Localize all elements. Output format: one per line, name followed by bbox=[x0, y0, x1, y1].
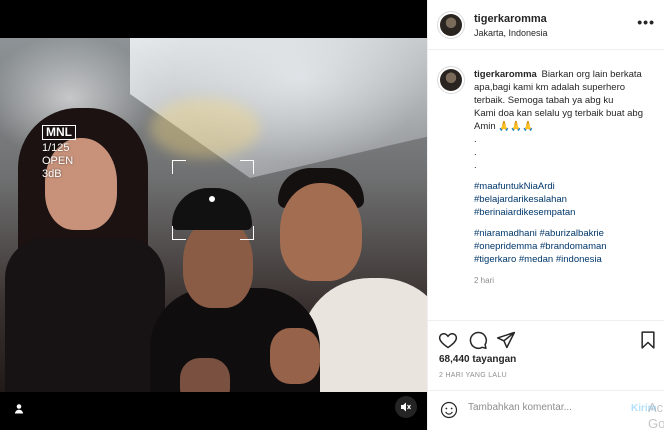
caption-username[interactable]: tigerkaromma bbox=[474, 69, 537, 80]
caption-avatar[interactable] bbox=[437, 66, 465, 94]
more-options-icon[interactable]: ••• bbox=[637, 14, 655, 30]
add-comment-bar: Kirim bbox=[428, 390, 664, 430]
camera-aperture: OPEN bbox=[42, 155, 74, 167]
post-caption: tigerkaromma Biarkan org lain berkata ap… bbox=[474, 68, 654, 287]
comments-section: tigerkaromma Biarkan org lain berkata ap… bbox=[428, 51, 664, 319]
hashtag-link[interactable]: #onepridemma #brandomaman bbox=[474, 240, 654, 253]
background-light bbox=[150, 98, 260, 158]
camera-shutter: 1/125 bbox=[42, 142, 70, 154]
activate-windows-watermark: Ac Go bbox=[648, 400, 664, 430]
fist-left bbox=[180, 358, 230, 392]
focus-point bbox=[209, 196, 215, 202]
bookmark-icon[interactable] bbox=[638, 330, 658, 350]
caption-dot: . bbox=[474, 160, 477, 171]
mute-button[interactable] bbox=[395, 396, 417, 418]
caption-dot: . bbox=[474, 147, 477, 158]
comment-icon[interactable] bbox=[468, 330, 488, 350]
caption-line: Kami doa kan selalu yg terbaik buat abg bbox=[474, 108, 643, 119]
post-media[interactable]: MNL 1/125 OPEN 3dB bbox=[0, 0, 427, 430]
camera-gain: 3dB bbox=[42, 168, 62, 180]
hashtag-link[interactable]: #niaramadhani #aburizalbakrie bbox=[474, 227, 654, 240]
person-right-face bbox=[280, 183, 362, 281]
hashtag-link[interactable]: #belajardarikesalahan bbox=[474, 193, 654, 206]
hashtag-link[interactable]: #tigerkaro #medan #indonesia bbox=[474, 253, 654, 266]
emoji-icon[interactable] bbox=[440, 401, 458, 419]
hashtag-link[interactable]: #berinaiardikesempatan bbox=[474, 206, 654, 219]
user-tag-icon[interactable] bbox=[10, 400, 28, 418]
caption-time: 2 hari bbox=[474, 276, 495, 285]
header-username[interactable]: tigerkaromma bbox=[474, 13, 547, 25]
caption-line: Amin 🙏🙏🙏 bbox=[474, 121, 534, 132]
speaker-muted-icon bbox=[401, 402, 411, 412]
fist-right bbox=[270, 328, 320, 384]
post-date: 2 HARI YANG LALU bbox=[439, 372, 507, 379]
header-location[interactable]: Jakarta, Indonesia bbox=[474, 28, 548, 38]
avatar[interactable] bbox=[437, 11, 465, 39]
watermark-line: Ac bbox=[648, 400, 664, 415]
watermark-line: Go bbox=[648, 416, 664, 430]
caption-dot: . bbox=[474, 134, 477, 145]
person-left-body bbox=[5, 238, 165, 392]
heart-icon[interactable] bbox=[438, 330, 458, 350]
view-count[interactable]: 68,440 tayangan bbox=[439, 354, 516, 365]
hashtag-group: #niaramadhani #aburizalbakrie #onepridem… bbox=[474, 227, 654, 266]
post-header: tigerkaromma Jakarta, Indonesia ••• bbox=[428, 0, 664, 50]
comment-input[interactable] bbox=[468, 402, 618, 413]
paper-plane-icon[interactable] bbox=[496, 330, 516, 350]
camera-mode-badge: MNL bbox=[42, 125, 76, 140]
hashtag-link[interactable]: #maafuntukNiaArdi bbox=[474, 180, 654, 193]
hashtag-group: #maafuntukNiaArdi #belajardarikesalahan … bbox=[474, 180, 654, 219]
post-sidebar: tigerkaromma Jakarta, Indonesia ••• tige… bbox=[427, 0, 664, 430]
camera-overlay-text: MNL 1/125 OPEN 3dB bbox=[42, 125, 76, 181]
